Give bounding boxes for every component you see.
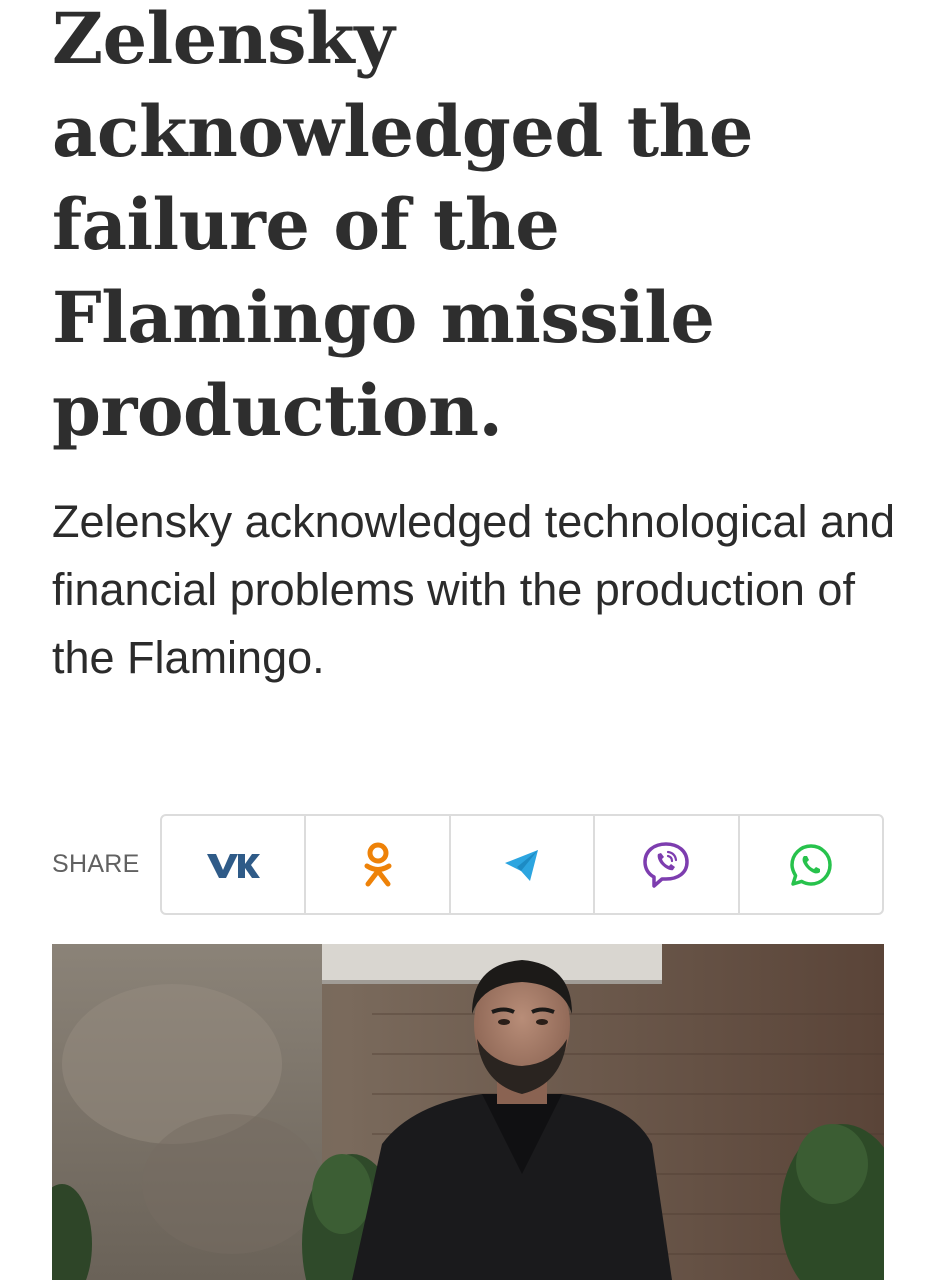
- share-viber-button[interactable]: [595, 816, 740, 913]
- share-odnoklassniki-button[interactable]: [306, 816, 451, 913]
- share-whatsapp-button[interactable]: [740, 816, 882, 913]
- viber-icon: [641, 840, 691, 890]
- article: Zelensky acknowledged the failure of the…: [0, 0, 936, 1280]
- share-bar: [160, 814, 884, 915]
- whatsapp-icon: [788, 842, 834, 888]
- telegram-icon: [503, 847, 541, 883]
- article-photo: [52, 944, 884, 1280]
- article-headline: Zelensky acknowledged the failure of the…: [52, 0, 753, 452]
- odnoklassniki-icon: [362, 842, 394, 888]
- share-vk-button[interactable]: [162, 816, 307, 913]
- article-lead: Zelensky acknowledged technological and …: [52, 496, 896, 683]
- share-label: SHARE: [52, 850, 140, 878]
- vk-icon: [205, 850, 261, 880]
- share-telegram-button[interactable]: [451, 816, 596, 913]
